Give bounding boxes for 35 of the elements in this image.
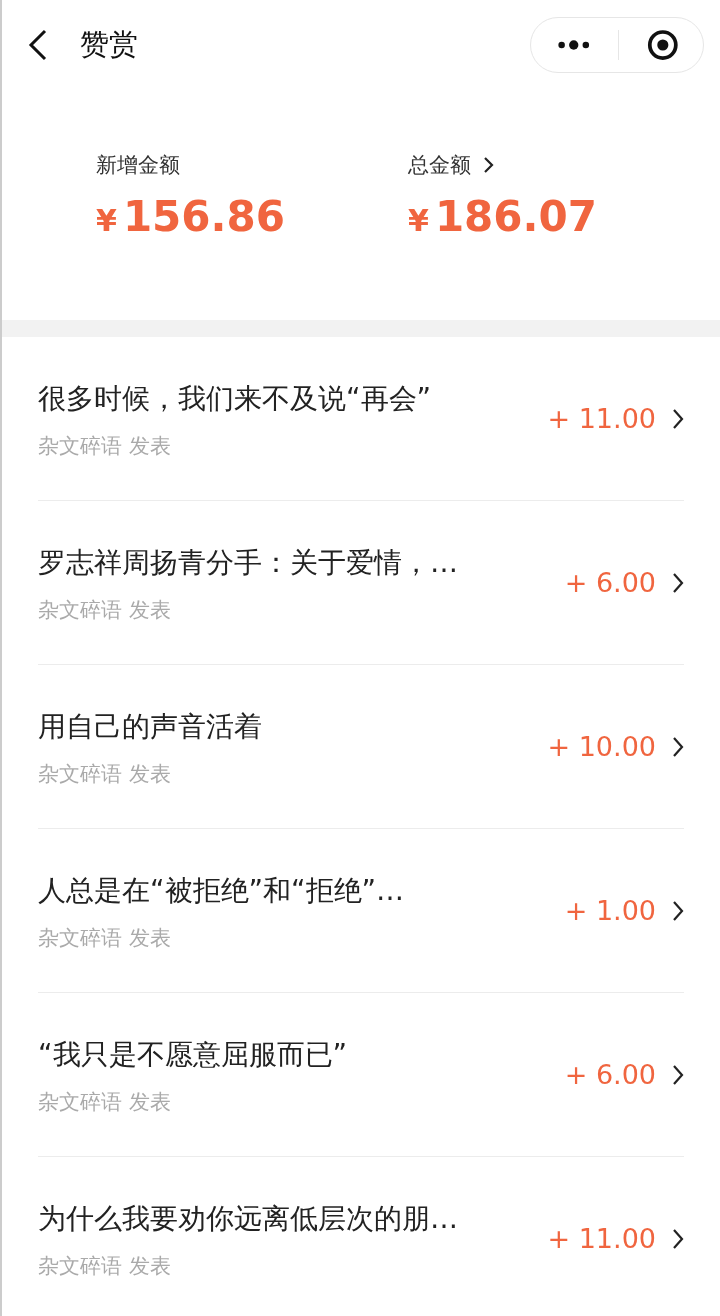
stat-label: 总金额 — [408, 152, 471, 179]
more-icon[interactable] — [557, 39, 591, 51]
currency-symbol: ¥ — [408, 203, 429, 238]
article-source: 杂文碎语 发表 — [38, 760, 172, 788]
reward-amount: + 6.00 — [564, 1059, 656, 1090]
chevron-icon[interactable] — [483, 156, 495, 174]
article-title[interactable]: 罗志祥周扬青分手：关于爱情，… — [38, 543, 565, 582]
stat-amount: 186.07 — [434, 192, 597, 241]
article-title[interactable]: 人总是在“被拒绝”和“拒绝”… — [38, 871, 565, 910]
article-title[interactable]: 为什么我要劝你远离低层次的朋… — [38, 1199, 548, 1238]
article-source: 杂文碎语 发表 — [38, 432, 172, 460]
article-source: 杂文碎语 发表 — [38, 1252, 172, 1280]
article-title[interactable]: 很多时候，我们来不及说“再会” — [38, 379, 548, 418]
article-title[interactable]: 用自己的声音活着 — [38, 707, 548, 746]
back-icon[interactable] — [28, 29, 48, 61]
reward-amount: + 1.00 — [564, 895, 656, 926]
stat-amount: 156.86 — [122, 192, 285, 241]
article-title[interactable]: “我只是不愿意屈服而已” — [38, 1035, 565, 1074]
page-title: 赞赏 — [80, 26, 139, 63]
chevron-icon[interactable] — [672, 1227, 684, 1250]
reward-amount: + 11.00 — [547, 403, 656, 434]
article-source: 杂文碎语 发表 — [38, 924, 172, 952]
article-source: 杂文碎语 发表 — [38, 1088, 172, 1116]
chevron-icon[interactable] — [672, 899, 684, 922]
stat-label: 新增金额 — [96, 152, 180, 179]
chevron-icon[interactable] — [672, 571, 684, 594]
reward-amount: + 11.00 — [547, 1223, 656, 1254]
reward-amount: + 10.00 — [547, 731, 656, 762]
chevron-icon[interactable] — [672, 1063, 684, 1086]
reward-amount: + 6.00 — [564, 567, 656, 598]
chevron-icon[interactable] — [672, 407, 684, 430]
close-icon[interactable] — [647, 28, 679, 62]
article-source: 杂文碎语 发表 — [38, 596, 172, 624]
currency-symbol: ¥ — [96, 203, 117, 238]
chevron-icon[interactable] — [672, 735, 684, 758]
